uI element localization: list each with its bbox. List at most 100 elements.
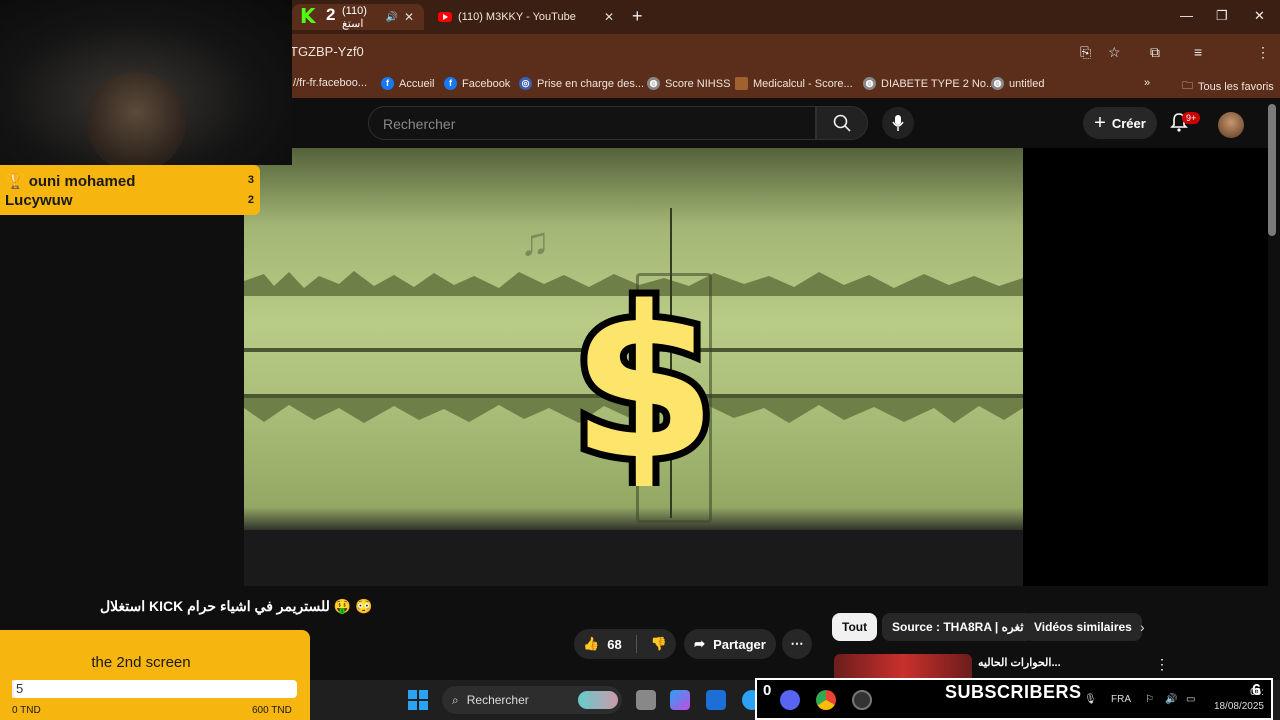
tab-title: (110) استغ — [342, 4, 367, 30]
chip-similar[interactable]: Vidéos similaires — [1024, 613, 1142, 641]
url-text[interactable]: TGZBP-Yzf0 — [290, 44, 364, 59]
globe-icon: ◍ — [991, 77, 1004, 90]
goal-title: the 2nd screen — [91, 654, 191, 671]
chevron-right-icon[interactable]: › — [1140, 619, 1145, 635]
bookmarks-overflow-icon[interactable]: » — [1144, 77, 1150, 89]
video-player[interactable]: ♫ $ — [244, 148, 1023, 586]
video-lower-area — [244, 530, 1023, 586]
leaderboard-overlay: 🏆 ouni mohamed 3 Lucywuw 2 — [0, 165, 260, 215]
donation-goal-overlay: the 2nd screen 5 0 TND 600 TND — [0, 630, 310, 720]
all-bookmarks[interactable]: 🗀 Tous les favoris — [1182, 77, 1274, 96]
bookmark-item[interactable]: ◍ DIABETE TYPE 2 No... — [863, 77, 995, 90]
windows-start-icon[interactable] — [408, 690, 428, 710]
bookmark-item[interactable]: f Accueil — [381, 77, 434, 90]
copilot-icon[interactable] — [670, 690, 690, 710]
close-window-button[interactable]: ✕ — [1254, 8, 1265, 24]
trophy-icon: 🏆 — [6, 173, 25, 190]
bookmark-item[interactable]: Medicalcul - Score... — [735, 77, 853, 90]
goal-progress-fill — [12, 680, 15, 698]
youtube-icon — [438, 12, 452, 22]
network-icon[interactable]: ⚐ — [1145, 694, 1154, 705]
webcam-overlay — [0, 0, 292, 172]
search-button[interactable] — [816, 106, 868, 140]
discord-icon[interactable] — [780, 690, 800, 710]
search-icon: ⌕ — [452, 692, 459, 707]
battery-icon[interactable]: ▭ — [1186, 694, 1195, 705]
globe-icon: ◎ — [519, 77, 532, 90]
install-icon[interactable]: ⎘ — [1080, 44, 1091, 61]
folder-icon: 🗀 — [1182, 80, 1193, 92]
bookmark-item[interactable]: ◍ Score NIHSS — [647, 77, 730, 90]
goal-max-label: 600 TND — [252, 705, 292, 716]
avatar[interactable] — [1218, 112, 1244, 138]
chip-all[interactable]: Tout — [832, 613, 878, 641]
bookmark-item[interactable]: f Facebook — [444, 77, 510, 90]
clock-date: 18/08/2025 — [1213, 701, 1264, 712]
music-note-icon: ♫ — [520, 220, 550, 264]
share-button[interactable]: ➦ Partager — [684, 629, 776, 659]
thumbs-up-icon: 👍 — [583, 636, 600, 651]
bookmark-item[interactable]: ◎ Prise en charge des... — [519, 77, 644, 90]
video-title: استغلال KICK للستريمر في اشياء حرام 🤑 😳 — [100, 598, 373, 614]
scrollbar[interactable] — [1268, 104, 1276, 236]
close-tab-icon[interactable]: ✕ — [604, 10, 614, 24]
subscribers-count: 6 — [1252, 682, 1261, 699]
goal-current-value: 5 — [16, 681, 24, 696]
globe-icon: ◍ — [647, 77, 660, 90]
more-actions-button[interactable]: ⋯ — [782, 629, 812, 659]
minimize-button[interactable]: — — [1180, 8, 1193, 23]
task-view-icon[interactable] — [636, 690, 656, 710]
thumbs-down-icon[interactable]: 👎 — [651, 636, 667, 652]
leaderboard-score: 3 — [247, 174, 254, 186]
mic-icon — [892, 115, 904, 131]
voice-search-button[interactable] — [882, 107, 914, 139]
tab-title: (110) M3KKY - YouTube — [458, 11, 576, 23]
more-horizontal-icon: ⋯ — [790, 636, 804, 651]
share-icon: ➦ — [694, 636, 706, 651]
star-icon[interactable]: ☆ — [1108, 44, 1121, 61]
svg-text:$: $ — [574, 261, 714, 486]
streamer-face — [86, 72, 186, 172]
chip-source[interactable]: Source : THA8RA | ثغره — [882, 613, 1034, 641]
subscribers-prefix: 0 — [763, 682, 772, 699]
leaderboard-score: 2 — [247, 194, 254, 206]
plus-icon: + — [1094, 111, 1106, 134]
taskbar-search[interactable]: ⌕ Rechercher — [442, 686, 622, 714]
divider — [635, 635, 637, 653]
globe-icon: ◍ — [863, 77, 876, 90]
notification-badge: 9+ — [1182, 112, 1201, 124]
search-input[interactable]: Rechercher — [368, 106, 816, 140]
bookmark-item[interactable]: ://fr-fr.faceboo... — [290, 77, 367, 89]
page-icon — [735, 77, 748, 90]
store-icon[interactable] — [706, 690, 726, 710]
reading-list-icon[interactable]: ≡ — [1194, 44, 1202, 60]
volume-icon[interactable]: 🔊 — [1165, 694, 1177, 705]
suggestion-thumbnail[interactable] — [834, 654, 972, 678]
kick-count: 2 — [326, 5, 336, 24]
suggestion-title[interactable]: الحوارات الحاليه... — [978, 656, 1061, 669]
chrome-icon[interactable] — [816, 690, 836, 710]
create-button[interactable]: + Créer — [1083, 107, 1157, 139]
subscribers-label: SUBSCRIBERS — [945, 682, 1082, 702]
new-tab-button[interactable]: + — [632, 6, 643, 27]
more-menu-icon[interactable]: ⋮ — [1256, 44, 1270, 61]
leaderboard-row: Lucywuw — [5, 192, 73, 209]
suggestion-menu-icon[interactable]: ⋮ — [1155, 656, 1169, 673]
mic-tray-icon[interactable]: 🎙 — [1084, 694, 1097, 705]
bookmark-item[interactable]: ◍ untitled — [991, 77, 1044, 90]
secondary-column — [1023, 148, 1268, 586]
like-button[interactable]: 👍 68 👎 — [574, 629, 676, 659]
tab-youtube[interactable]: (110) M3KKY - YouTube ✕ — [428, 4, 624, 30]
close-tab-icon[interactable]: ✕ — [404, 10, 414, 24]
goal-progress-bar: 5 — [12, 680, 297, 698]
language-indicator[interactable]: FRA — [1111, 694, 1131, 705]
search-highlight-icon — [578, 691, 618, 709]
obs-icon[interactable] — [852, 690, 872, 710]
dollar-icon: $ — [574, 256, 714, 486]
extensions-icon[interactable]: ⧉ — [1150, 44, 1160, 61]
facebook-icon: f — [381, 77, 394, 90]
goal-min-label: 0 TND — [12, 705, 41, 716]
maximize-button[interactable]: ❐ — [1216, 8, 1228, 24]
screen: (110) استغ 🔊 ✕ (110) M3KKY - YouTube ✕ +… — [0, 0, 1280, 720]
facebook-icon: f — [444, 77, 457, 90]
